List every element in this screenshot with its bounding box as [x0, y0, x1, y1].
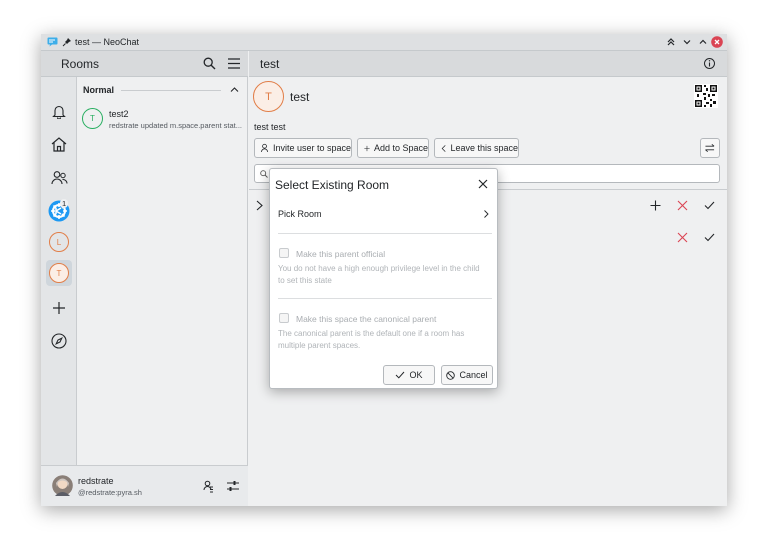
space-name: test — [290, 90, 310, 104]
maximize-icon[interactable] — [697, 36, 709, 48]
cancel-icon — [446, 370, 456, 380]
official-label: Make this parent official — [296, 249, 386, 259]
user-avatar[interactable] — [52, 475, 73, 496]
space-avatar-letter: T — [265, 90, 272, 103]
section-divider — [121, 90, 221, 91]
rooms-title: Rooms — [61, 57, 100, 71]
space-avatar: T — [253, 81, 284, 112]
space-options-button[interactable] — [700, 138, 720, 158]
pin-icon[interactable] — [62, 37, 72, 47]
plus-icon — [364, 145, 370, 151]
remove-room-icon[interactable] — [677, 232, 688, 243]
app-icon — [47, 37, 58, 47]
main-header-title: test — [260, 57, 280, 71]
notifications-icon[interactable] — [52, 104, 66, 119]
user-id: @redstrate:pyra.sh — [78, 488, 142, 497]
info-icon[interactable] — [704, 58, 715, 69]
pick-room-row[interactable]: Pick Room — [270, 203, 499, 225]
close-window-icon[interactable] — [711, 36, 723, 48]
keep-above-icon[interactable] — [665, 36, 677, 48]
chevron-right-icon — [484, 210, 489, 218]
swap-arrows-icon — [705, 144, 715, 152]
search-icon[interactable] — [203, 57, 216, 70]
dialog-title: Select Existing Room — [275, 178, 390, 192]
qr-code-icon[interactable] — [694, 84, 718, 108]
title-bar: test — NeoChat — [41, 34, 727, 51]
confirm-room-icon[interactable] — [704, 233, 715, 242]
cancel-button[interactable]: Cancel — [441, 365, 493, 385]
dialog-separator — [278, 233, 492, 234]
user-bar: redstrate @redstrate:pyra.sh — [41, 465, 248, 506]
room-name[interactable]: test2 — [109, 109, 129, 119]
room-avatar: T — [82, 108, 103, 129]
space-topic: test test — [254, 122, 286, 132]
room-avatar-letter: T — [90, 114, 95, 123]
spaces-rail: 1 L T — [41, 51, 77, 506]
hamburger-menu-icon[interactable] — [228, 58, 240, 69]
canonical-checkbox[interactable] — [279, 313, 289, 323]
leave-space-button[interactable]: Leave this space — [434, 138, 519, 158]
space-avatar-l[interactable]: L — [49, 232, 69, 252]
ok-label: OK — [409, 370, 423, 380]
rooms-header: Rooms — [41, 51, 248, 77]
chevron-left-icon — [441, 144, 446, 152]
check-icon — [396, 371, 405, 379]
space-avatar-t[interactable]: T — [49, 263, 69, 283]
space-avatar-letter: L — [56, 237, 62, 247]
minimize-icon[interactable] — [681, 36, 693, 48]
people-icon[interactable] — [51, 170, 68, 185]
select-existing-room-dialog: Select Existing Room Pick Room Make this… — [269, 168, 498, 389]
add-to-space-label: Add to Space — [373, 143, 428, 153]
invite-user-label: Invite user to space — [272, 143, 351, 153]
cancel-label: Cancel — [459, 370, 488, 380]
add-room-icon[interactable] — [650, 200, 661, 211]
explore-compass-icon[interactable] — [51, 333, 67, 349]
confirm-room-icon[interactable] — [704, 201, 715, 210]
settings-sliders-icon[interactable] — [227, 480, 239, 492]
search-field-icon — [260, 170, 268, 178]
canonical-description: The canonical parent is the default one … — [278, 329, 465, 350]
invite-user-button[interactable]: Invite user to space — [254, 138, 352, 158]
add-to-space-button[interactable]: Add to Space — [357, 138, 429, 158]
window-title: test — NeoChat — [75, 37, 140, 47]
collapse-section-icon[interactable] — [230, 86, 239, 93]
official-checkbox[interactable] — [279, 248, 289, 258]
dialog-separator — [278, 298, 492, 299]
official-description: You do not have a high enough privilege … — [278, 264, 480, 285]
invite-user-icon — [261, 143, 269, 153]
expand-row-icon[interactable] — [256, 200, 263, 211]
section-normal-label: Normal — [83, 85, 115, 95]
leave-space-label: Leave this space — [450, 143, 518, 153]
canonical-label: Make this space the canonical parent — [296, 314, 437, 324]
pick-room-label: Pick Room — [278, 209, 322, 219]
space-avatar-letter: T — [56, 268, 62, 278]
room-last-message: redstrate updated m.space.parent stat... — [109, 121, 242, 130]
main-header: test — [249, 51, 727, 77]
remove-room-icon[interactable] — [677, 200, 688, 211]
close-icon[interactable] — [478, 179, 488, 189]
user-name: redstrate — [78, 476, 114, 486]
ok-button[interactable]: OK — [383, 365, 435, 385]
home-icon[interactable] — [51, 137, 67, 152]
space-unread-badge: 1 — [60, 199, 69, 208]
switch-account-icon[interactable] — [203, 480, 214, 493]
add-space-icon[interactable] — [52, 301, 66, 315]
